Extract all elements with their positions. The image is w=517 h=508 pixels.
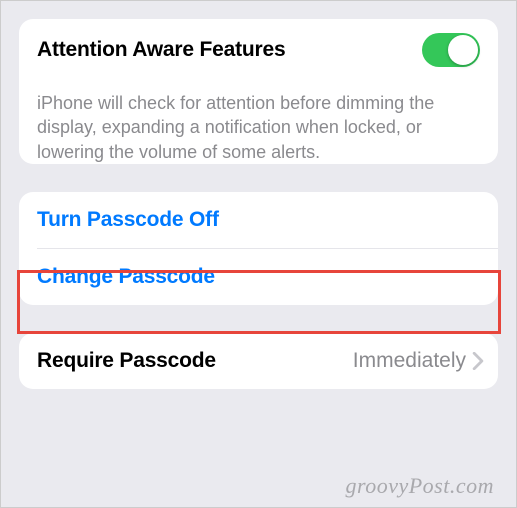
turn-passcode-off-button[interactable]: Turn Passcode Off [19,192,498,248]
attention-aware-row: Attention Aware Features [19,19,498,81]
attention-aware-description: iPhone will check for attention before d… [19,81,498,164]
attention-aware-toggle[interactable] [422,33,480,67]
passcode-actions-group: Turn Passcode Off Change Passcode [19,192,498,305]
watermark: groovyPost.com [345,473,494,499]
attention-aware-group: Attention Aware Features iPhone will che… [19,19,498,164]
require-passcode-label: Require Passcode [37,349,216,373]
toggle-knob [448,35,478,65]
attention-aware-title: Attention Aware Features [37,38,285,62]
require-passcode-row[interactable]: Require Passcode Immediately [19,333,498,389]
require-passcode-group: Require Passcode Immediately [19,333,498,389]
require-passcode-value: Immediately [353,349,466,373]
change-passcode-button[interactable]: Change Passcode [19,249,498,305]
chevron-right-icon [472,352,484,370]
